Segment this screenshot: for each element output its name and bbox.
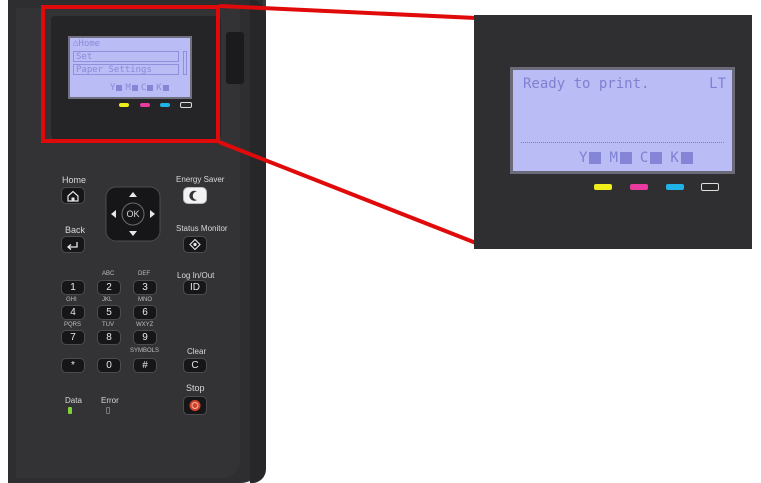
home-button[interactable] xyxy=(61,187,85,204)
big-ink-bar-magenta xyxy=(630,184,648,190)
big-lcd-paper-size: LT xyxy=(709,76,726,92)
key-label-jkl: JKL xyxy=(102,297,113,303)
big-ink-bar-yellow xyxy=(594,184,612,190)
key-star[interactable]: * xyxy=(61,358,85,373)
ok-button[interactable]: OK xyxy=(124,209,142,219)
key-9[interactable]: 9 xyxy=(133,330,157,345)
key-label-mno: MNO xyxy=(138,297,152,303)
error-led xyxy=(106,407,110,414)
key-3[interactable]: 3 xyxy=(133,280,157,295)
back-label: Back xyxy=(65,225,86,235)
key-4[interactable]: 4 xyxy=(61,305,85,320)
clear-button[interactable]: C xyxy=(183,358,207,373)
key-label-def: DEF xyxy=(138,271,150,277)
key-label-abc: ABC xyxy=(102,271,115,277)
error-label: Error xyxy=(101,396,119,405)
data-led xyxy=(68,407,72,414)
moon-icon xyxy=(189,190,197,201)
big-ink-bar-cyan xyxy=(666,184,684,190)
key-2[interactable]: 2 xyxy=(97,280,121,295)
status-monitor-label: Status Monitor xyxy=(176,224,228,233)
key-label-symbols: SYMBOLS xyxy=(130,348,160,354)
big-ink-letter-m: M xyxy=(609,150,618,166)
status-monitor-button[interactable] xyxy=(183,236,207,253)
big-lcd-ink-indicators: YMCK xyxy=(579,150,693,166)
big-ink-square-c xyxy=(650,152,663,164)
key-0[interactable]: 0 xyxy=(97,358,121,373)
big-ink-square-k xyxy=(680,152,693,164)
energy-saver-label: Energy Saver xyxy=(176,175,225,184)
big-ink-square-m xyxy=(619,152,632,164)
log-in-out-label: Log In/Out xyxy=(177,271,215,280)
stop-label: Stop xyxy=(186,383,205,393)
log-in-out-button[interactable]: ID xyxy=(183,280,207,295)
home-label: Home xyxy=(62,175,87,185)
key-label-tuv: TUV xyxy=(102,322,114,328)
big-lcd-divider xyxy=(521,142,724,143)
big-ink-letter-y: Y xyxy=(579,150,588,166)
key-hash[interactable]: # xyxy=(133,358,157,373)
home-icon xyxy=(67,190,79,202)
key-8[interactable]: 8 xyxy=(97,330,121,345)
big-ink-square-y xyxy=(589,152,602,164)
energy-saver-button[interactable] xyxy=(183,187,207,204)
key-1[interactable]: 1 xyxy=(61,280,85,295)
big-ink-bar-black xyxy=(701,183,719,191)
stop-button[interactable] xyxy=(183,396,207,415)
stop-icon xyxy=(189,400,201,411)
back-button[interactable] xyxy=(61,236,85,253)
back-arrow-icon xyxy=(66,242,78,250)
big-lcd-status: Ready to print. xyxy=(523,76,650,92)
key-label-ghi: GHI xyxy=(66,297,77,303)
key-label-pqrs: PQRS xyxy=(64,322,82,328)
clear-label: Clear xyxy=(187,347,207,356)
big-lcd-screen: Ready to print. LT Y M C K xyxy=(510,67,735,174)
key-7[interactable]: 7 xyxy=(61,330,85,345)
key-label-wxyz: WXYZ xyxy=(136,322,154,328)
big-ink-letter-c: C xyxy=(639,150,649,166)
big-ink-letter-k: K xyxy=(670,150,679,166)
key-6[interactable]: 6 xyxy=(133,305,157,320)
key-5[interactable]: 5 xyxy=(97,305,121,320)
data-label: Data xyxy=(65,396,82,405)
status-monitor-icon xyxy=(189,238,201,251)
